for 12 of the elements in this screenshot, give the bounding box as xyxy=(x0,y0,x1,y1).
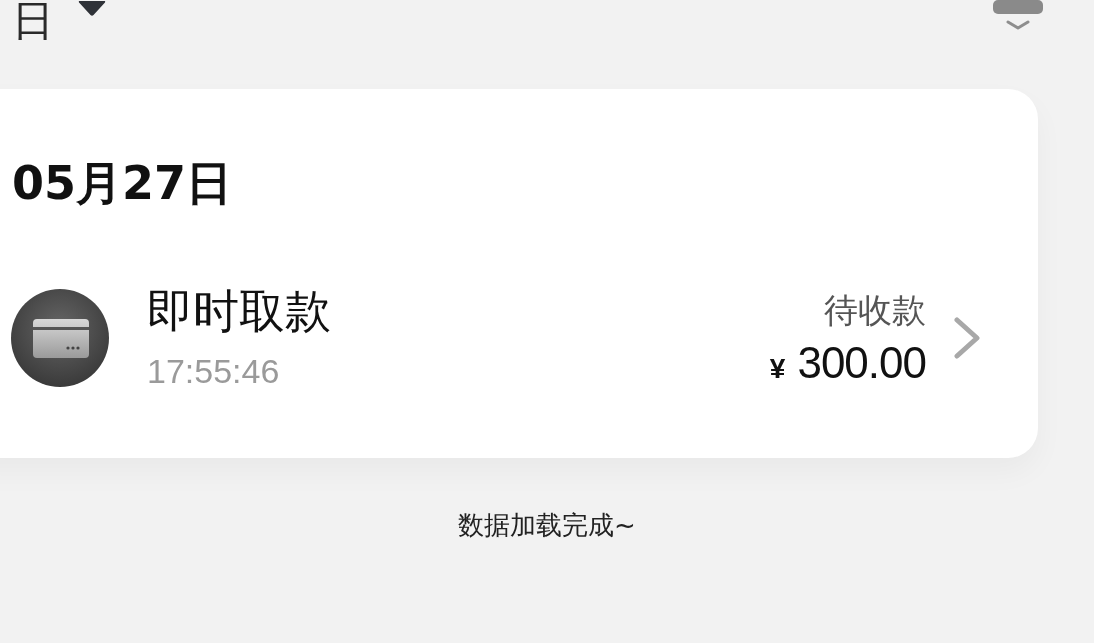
caret-down-icon[interactable] xyxy=(78,0,106,16)
transaction-status: 待收款 xyxy=(824,289,926,332)
transaction-row[interactable]: 即时取款 17:55:46 待收款 ¥ 300.00 xyxy=(11,283,980,393)
credit-card-icon xyxy=(11,289,109,387)
currency-symbol: ¥ xyxy=(769,353,786,385)
date-filter-label[interactable]: 日 xyxy=(12,0,54,42)
transaction-amount: 300.00 xyxy=(797,338,926,388)
transaction-title: 即时取款 xyxy=(147,283,331,339)
chevron-right-icon xyxy=(954,317,980,359)
load-complete-message: 数据加载完成~ xyxy=(458,509,636,542)
date-heading: 05月27日 xyxy=(12,155,233,211)
transaction-time: 17:55:46 xyxy=(147,351,280,392)
